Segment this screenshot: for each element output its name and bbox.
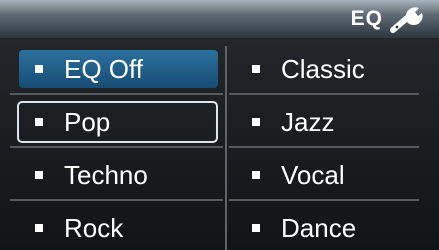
row-divider <box>229 146 419 148</box>
eq-option-label: EQ Off <box>64 54 143 84</box>
eq-option-label: Techno <box>64 160 148 190</box>
eq-screen: EQ EQ Off Pop Techno Rock Classic Jazz V… <box>0 0 439 250</box>
row-divider <box>229 93 419 95</box>
bullet-icon <box>252 65 260 73</box>
eq-option-label: Jazz <box>281 107 335 137</box>
eq-option-jazz[interactable]: Jazz <box>236 103 416 141</box>
eq-option-label: Vocal <box>281 160 345 190</box>
eq-option-rock[interactable]: Rock <box>19 209 218 247</box>
eq-option-dance[interactable]: Dance <box>236 209 416 247</box>
eq-option-techno[interactable]: Techno <box>19 156 218 194</box>
bullet-icon <box>35 224 43 232</box>
row-divider <box>10 93 223 95</box>
eq-option-vocal[interactable]: Vocal <box>236 156 416 194</box>
eq-option-label: Dance <box>281 213 357 243</box>
bullet-icon <box>252 224 260 232</box>
eq-option-pop[interactable]: Pop <box>17 101 218 143</box>
eq-option-label: Pop <box>64 107 111 137</box>
row-divider <box>10 199 223 201</box>
eq-option-label: Classic <box>281 54 365 84</box>
wrench-icon <box>390 7 423 33</box>
eq-option-classic[interactable]: Classic <box>236 50 416 88</box>
eq-option-eq-off[interactable]: EQ Off <box>19 50 218 88</box>
row-divider <box>229 199 419 201</box>
header-title: EQ <box>350 7 383 30</box>
eq-option-label: Rock <box>64 213 124 243</box>
bullet-icon <box>252 171 260 179</box>
bullet-icon <box>35 171 43 179</box>
bullet-icon <box>35 65 43 73</box>
column-divider <box>225 46 227 250</box>
bullet-icon <box>252 118 260 126</box>
bullet-icon <box>35 118 43 126</box>
header-bar: EQ <box>0 0 439 39</box>
row-divider <box>10 146 223 148</box>
